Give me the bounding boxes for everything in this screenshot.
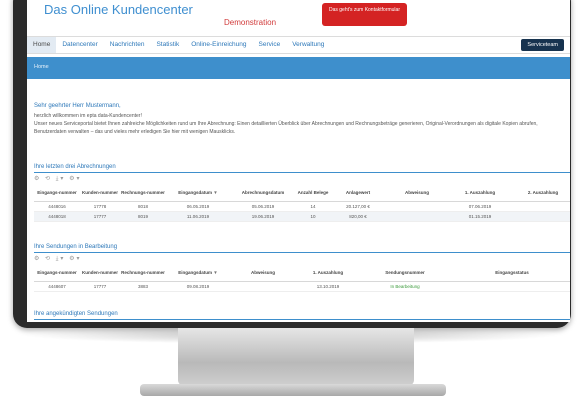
- table-cell: 19.06.2019: [230, 211, 296, 222]
- status-cell: In Bearbeitung: [360, 281, 450, 292]
- column-header[interactable]: Eingangsdatum ▼: [166, 265, 230, 282]
- table-cell: [230, 281, 296, 292]
- column-header-label: Eingangsdatum: [178, 190, 213, 195]
- grid-toolbar[interactable]: ⚙ ⟲ ⤓▾ ⚙▾: [34, 175, 81, 184]
- section-title-angekuendigt: Ihre angekündigten Sendungen: [34, 311, 118, 317]
- monitor-stand-base: [140, 384, 446, 396]
- welcome-greeting: Sehr geehrter Herr Mustermann,: [34, 103, 121, 109]
- table-header-row: Eingangs-nummer Kunden-nummer Rechnungs-…: [34, 185, 570, 202]
- abrechnungen-table: Eingangs-nummer Kunden-nummer Rechnungs-…: [34, 185, 570, 222]
- section-title-sendungen: Ihre Sendungen in Bearbeitung: [34, 244, 118, 250]
- monitor-stand-neck: [178, 328, 414, 386]
- nav-item-service[interactable]: Service: [253, 37, 287, 53]
- nav-item-home[interactable]: Home: [27, 37, 57, 53]
- table-cell: 17777: [80, 211, 120, 222]
- section-title-abrechnungen: Ihre letzten drei Abrechnungen: [34, 164, 116, 170]
- table-cell: 09.08.2019: [166, 281, 230, 292]
- table-cell: 8019: [120, 211, 166, 222]
- column-header[interactable]: 1. Auszahlung: [448, 185, 512, 202]
- header-banner: [27, 57, 570, 79]
- sort-down-icon[interactable]: ▼: [213, 190, 217, 195]
- column-header[interactable]: Eingangs-nummer: [34, 185, 80, 202]
- table-row[interactable]: 4448607 17777 3883 09.08.2019 13.10.2019…: [34, 281, 570, 292]
- welcome-line-2: Unser neues Serviceportal bietet Ihnen z…: [34, 121, 538, 135]
- table-cell: 4448607: [34, 281, 80, 292]
- table-cell: [512, 201, 570, 212]
- table-row[interactable]: 4448018 17777 8019 11.06.2019 19.06.2019…: [34, 211, 570, 222]
- nav-item-nachrichten[interactable]: Nachrichten: [104, 37, 151, 53]
- column-header[interactable]: Kunden-nummer: [80, 265, 120, 282]
- column-header[interactable]: Eingangsdatum ▼: [166, 185, 230, 202]
- table-cell: 820,00 €: [330, 211, 386, 222]
- column-header[interactable]: Abweisung: [230, 265, 296, 282]
- column-header[interactable]: Abweisung: [386, 185, 448, 202]
- table-cell: [386, 201, 448, 212]
- serviceteam-button[interactable]: Serviceteam: [521, 39, 564, 51]
- table-cell: 05.06.2019: [230, 201, 296, 212]
- table-cell: 8018: [120, 201, 166, 212]
- table-cell: 13.10.2019: [296, 281, 360, 292]
- table-cell: 20.127,00 €: [330, 201, 386, 212]
- table-cell: 01.15.2019: [448, 211, 512, 222]
- table-cell: 17777: [80, 281, 120, 292]
- table-cell: 4448018: [34, 211, 80, 222]
- welcome-line-1: herzlich willkommen im epta data-Kundenc…: [34, 113, 142, 119]
- table-header-row: Eingangs-nummer Kunden-nummer Rechnungs-…: [34, 265, 570, 282]
- column-header[interactable]: 1. Auszahlung: [296, 265, 360, 282]
- contact-form-button[interactable]: Das geht's zum Kontaktformular: [322, 3, 407, 26]
- monitor-screen: Das Online Kundencenter Demonstration Da…: [27, 0, 570, 322]
- column-header[interactable]: Anzahl Belege: [296, 185, 330, 202]
- column-header[interactable]: Kunden-nummer: [80, 185, 120, 202]
- demo-label: Demonstration: [224, 18, 277, 27]
- main-nav: Home Datencenter Nachrichten Statistik O…: [27, 36, 570, 54]
- table-cell: [450, 281, 570, 292]
- section-divider: [34, 252, 570, 253]
- column-header-label: Eingangsdatum: [178, 270, 213, 275]
- nav-item-statistik[interactable]: Statistik: [150, 37, 185, 53]
- table-cell: 10: [296, 211, 330, 222]
- table-cell: 14: [296, 201, 330, 212]
- column-header[interactable]: Rechnungs-nummer: [120, 185, 166, 202]
- table-cell: 3883: [120, 281, 166, 292]
- nav-item-verwaltung[interactable]: Verwaltung: [286, 37, 330, 53]
- table-cell: 07.06.2019: [448, 201, 512, 212]
- breadcrumb[interactable]: Home: [34, 64, 49, 70]
- table-cell: 06.05.2019: [166, 201, 230, 212]
- table-cell: 11.06.2019: [166, 211, 230, 222]
- table-cell: 4448016: [34, 201, 80, 212]
- column-header[interactable]: Rechnungs-nummer: [120, 265, 166, 282]
- nav-list: Home Datencenter Nachrichten Statistik O…: [27, 37, 330, 53]
- column-header[interactable]: Sendungsnummer: [360, 265, 450, 282]
- sendungen-table: Eingangs-nummer Kunden-nummer Rechnungs-…: [34, 265, 570, 292]
- table-cell: [386, 211, 448, 222]
- sort-down-icon[interactable]: ▼: [213, 270, 217, 275]
- grid-toolbar[interactable]: ⚙ ⟲ ⤓▾ ⚙▾: [34, 255, 81, 264]
- column-header[interactable]: 2. Auszahlung: [512, 185, 570, 202]
- nav-item-online-einreichung[interactable]: Online-Einreichung: [185, 37, 252, 53]
- app-title: Das Online Kundencenter: [44, 2, 193, 17]
- table-cell: 17778: [80, 201, 120, 212]
- column-header[interactable]: Abrechnungsdatum: [230, 185, 296, 202]
- section-divider: [34, 319, 570, 320]
- welcome-text: herzlich willkommen im epta data-Kundenc…: [34, 112, 564, 136]
- section-divider: [34, 172, 570, 173]
- table-cell: [512, 211, 570, 222]
- column-header[interactable]: Anlagewert: [330, 185, 386, 202]
- nav-item-datencenter[interactable]: Datencenter: [56, 37, 103, 53]
- column-header[interactable]: Eingangs-nummer: [34, 265, 80, 282]
- column-header[interactable]: Eingangsstatus: [450, 265, 570, 282]
- table-row[interactable]: 4448016 17778 8018 06.05.2019 05.06.2019…: [34, 201, 570, 212]
